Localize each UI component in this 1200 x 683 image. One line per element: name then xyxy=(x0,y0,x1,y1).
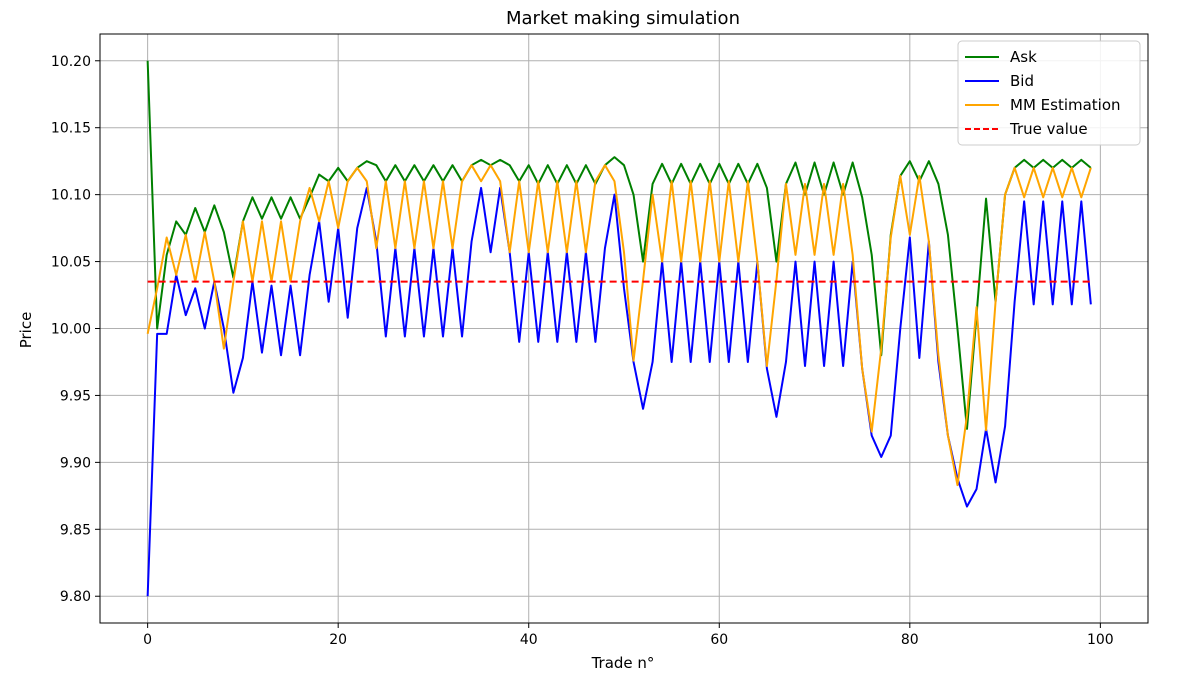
y-axis-label: Price xyxy=(17,312,35,349)
legend-label: Ask xyxy=(1010,48,1037,66)
x-axis-label: Trade n° xyxy=(591,654,655,672)
y-tick-label: 9.95 xyxy=(60,388,91,404)
y-axis-ticks: 9.80 9.85 9.90 9.95 10.00 10.05 10.10 10.15 10.2… xyxy=(51,54,100,605)
y-tick-label: 10.00 xyxy=(51,322,91,338)
x-tick-label: 40 xyxy=(520,632,538,648)
y-tick-label: 10.15 xyxy=(51,121,91,137)
y-tick-label: 9.90 xyxy=(60,455,91,471)
y-tick-label: 9.85 xyxy=(60,522,91,538)
y-tick-label: 10.05 xyxy=(51,255,91,271)
chart-title: Market making simulation xyxy=(506,8,740,29)
series-line-mm-estimation xyxy=(146,164,1092,487)
x-tick-label: 0 xyxy=(143,632,152,648)
market-making-chart: Market making simulation 0 20 40 60 80 100 9.… xyxy=(17,8,1149,672)
legend-label: True value xyxy=(1009,120,1088,138)
legend: Ask Bid MM Estimation True value xyxy=(957,40,1141,146)
x-tick-label: 60 xyxy=(710,632,728,648)
y-tick-label: 10.20 xyxy=(51,54,91,70)
x-tick-label: 80 xyxy=(901,632,919,648)
x-axis-ticks: 0 20 40 60 80 100 xyxy=(143,623,1114,648)
x-tick-label: 20 xyxy=(329,632,347,648)
y-tick-label: 9.80 xyxy=(60,589,91,605)
x-tick-label: 100 xyxy=(1087,632,1114,648)
legend-label: Bid xyxy=(1010,72,1034,90)
legend-label: MM Estimation xyxy=(1010,96,1121,114)
y-tick-label: 10.10 xyxy=(51,188,91,204)
